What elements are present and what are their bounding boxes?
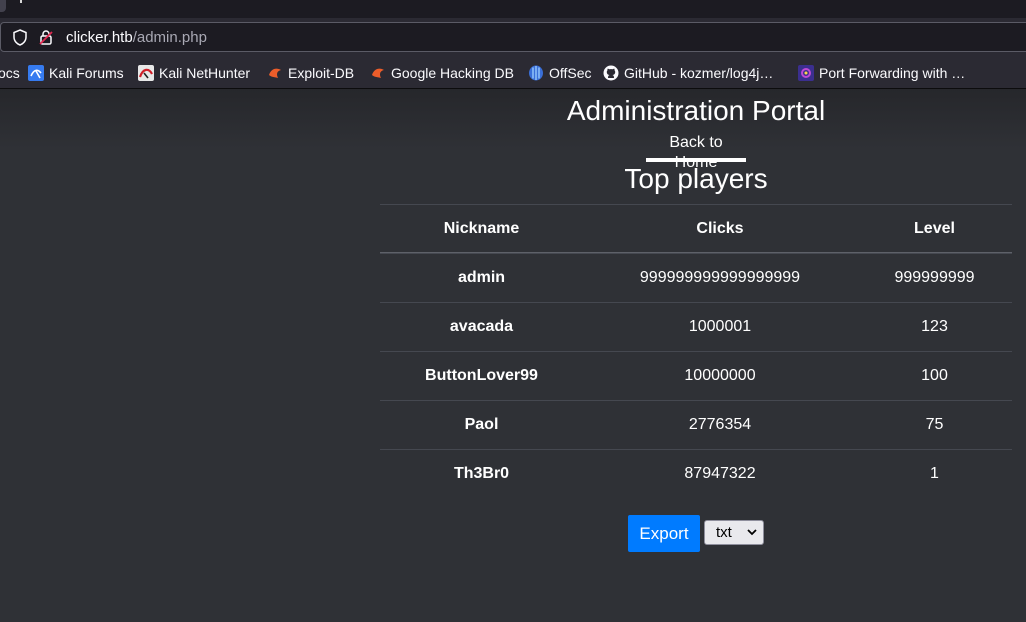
bookmark-kali-forums[interactable]: Kali Forums bbox=[28, 58, 124, 88]
export-button[interactable]: Export bbox=[628, 515, 700, 552]
nickname-cell: avacada bbox=[449, 318, 514, 335]
browser-navbar: clicker.htb/admin.php bbox=[0, 18, 1026, 58]
nickname-cell: Paol bbox=[464, 416, 499, 433]
clicks-cell: 999999999999999999 bbox=[639, 269, 801, 286]
tab-indicator-icon bbox=[20, 0, 22, 3]
tracking-protection-shield-icon[interactable] bbox=[12, 29, 28, 46]
bookmark-label: Kali NetHunter bbox=[159, 65, 251, 81]
bookmark-github-log4j[interactable]: GitHub - kozmer/log4j… bbox=[603, 58, 773, 88]
bookmark-offsec[interactable]: OffSec bbox=[528, 58, 592, 88]
exploit-db-icon bbox=[269, 68, 281, 79]
column-header-level: Level bbox=[914, 220, 955, 237]
nickname-cell: ButtonLover99 bbox=[425, 367, 538, 384]
bookmark-label: GitHub - kozmer/log4j… bbox=[624, 65, 774, 81]
bookmark-docs[interactable]: ocs bbox=[0, 58, 20, 88]
clicks-cell: 10000000 bbox=[684, 367, 756, 384]
table-row: Paol 2776354 75 bbox=[380, 400, 1012, 449]
page-title: Administration Portal bbox=[566, 95, 826, 126]
table-row: admin 999999999999999999 999999999 bbox=[380, 253, 1012, 302]
bookmark-label: Kali Forums bbox=[49, 65, 124, 81]
kali-nethunter-icon bbox=[138, 65, 154, 82]
kali-forums-icon bbox=[28, 65, 44, 82]
bookmark-label: OffSec bbox=[549, 65, 592, 81]
export-format-select[interactable]: txt bbox=[704, 520, 764, 545]
top-players-table: Nickname Clicks Level admin 999999999999… bbox=[380, 204, 1012, 498]
table-header-row: Nickname Clicks Level bbox=[380, 204, 1012, 253]
url-host: clicker.htb bbox=[66, 29, 133, 46]
google-hacking-db-icon bbox=[372, 68, 384, 79]
url-path: /admin.php bbox=[132, 29, 207, 46]
bookmarks-toolbar: ocs Kali Forums Kali NetHunter Exploit-D… bbox=[0, 58, 1026, 89]
bookmark-label: Google Hacking DB bbox=[391, 65, 514, 81]
browser-tab-strip bbox=[0, 0, 1026, 18]
page-content: Administration Portal Back to Home Top p… bbox=[0, 89, 1026, 622]
column-header-clicks: Clicks bbox=[696, 220, 744, 237]
table-row: Th3Br0 87947322 1 bbox=[380, 449, 1012, 498]
bookmark-exploit-db[interactable]: Exploit-DB bbox=[267, 58, 354, 88]
clicks-cell: 1000001 bbox=[688, 318, 752, 335]
address-bar[interactable]: clicker.htb/admin.php bbox=[0, 22, 1026, 52]
insecure-lock-icon[interactable] bbox=[39, 29, 53, 46]
level-cell: 123 bbox=[921, 318, 948, 335]
level-cell: 999999999 bbox=[894, 269, 975, 286]
level-cell: 1 bbox=[930, 465, 939, 482]
url-text[interactable]: clicker.htb/admin.php bbox=[66, 23, 207, 52]
bookmark-google-hacking-db[interactable]: Google Hacking DB bbox=[370, 58, 514, 88]
column-header-nickname: Nickname bbox=[443, 220, 520, 237]
level-cell: 100 bbox=[921, 367, 948, 384]
port-forwarding-icon bbox=[798, 65, 814, 82]
github-icon bbox=[603, 65, 619, 81]
bookmark-label: Port Forwarding with … bbox=[819, 65, 966, 81]
export-format-value: txt bbox=[716, 524, 732, 541]
clicks-cell: 2776354 bbox=[688, 416, 752, 433]
bookmark-port-forwarding[interactable]: Port Forwarding with … bbox=[798, 58, 965, 88]
nickname-cell: Th3Br0 bbox=[453, 465, 510, 482]
bookmark-label: Exploit-DB bbox=[288, 65, 355, 81]
clicks-cell: 87947322 bbox=[684, 465, 756, 482]
nickname-cell: admin bbox=[457, 269, 506, 286]
bookmark-label: ocs bbox=[0, 65, 20, 81]
offsec-icon bbox=[529, 65, 543, 81]
bookmark-kali-nethunter[interactable]: Kali NetHunter bbox=[138, 58, 250, 88]
browser-tab[interactable] bbox=[0, 0, 6, 12]
section-title: Top players bbox=[624, 163, 768, 194]
level-cell: 75 bbox=[925, 416, 944, 433]
table-row: avacada 1000001 123 bbox=[380, 302, 1012, 351]
table-row: ButtonLover99 10000000 100 bbox=[380, 351, 1012, 400]
chevron-down-icon bbox=[747, 529, 757, 536]
